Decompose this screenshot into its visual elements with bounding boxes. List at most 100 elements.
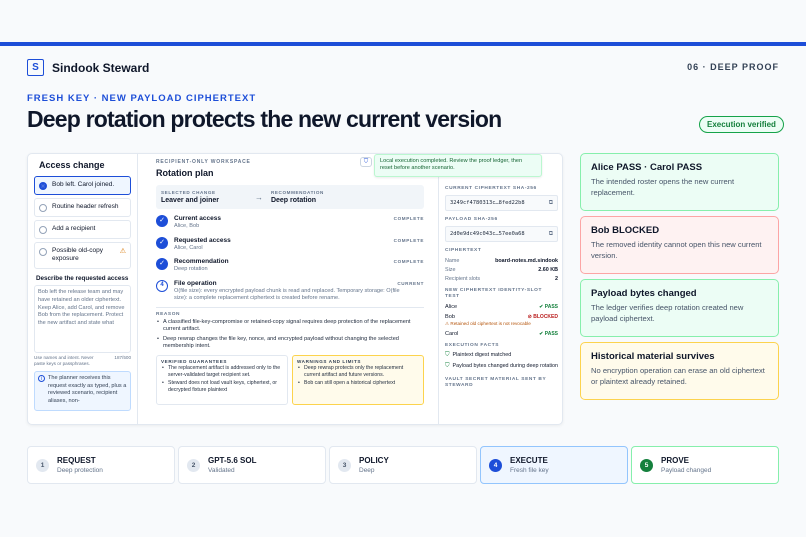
selected-change-value: Leaver and joiner (161, 197, 219, 204)
pipeline-step[interactable]: 1 REQUEST Deep protection (27, 446, 175, 484)
pipeline-desc: Payload changed (661, 467, 712, 474)
slot-row-bob: Bob ⊘ BLOCKED (445, 314, 558, 320)
pipeline-step[interactable]: 3 POLICY Deep (329, 446, 477, 484)
proof-ledger-panel: CURRENT CIPHERTEXT SHA-256 3249cf4780313… (438, 154, 562, 424)
kv-row: Name board-notes.md.sindook (445, 258, 558, 264)
plan-step: 4 File operation O(file size): every encry… (156, 279, 424, 303)
shield-check-icon: ⛉ (445, 363, 450, 370)
pipeline-title: PROVE (661, 456, 690, 465)
warning-item: Bob can still open a historical cipherte… (297, 380, 419, 387)
plan-step: ✓ Recommendation Deep rotation COMPLETE (156, 258, 424, 274)
pipeline-step[interactable]: 5 PROVE Payload changed (631, 446, 779, 484)
pipeline-title: POLICY (359, 456, 389, 465)
describe-label: Describe the requested access (36, 274, 129, 282)
current-hash: 3249cf4780313c…8fed22b8 ⧉ (445, 195, 558, 212)
kv-key: Name (445, 257, 460, 264)
guarantee-item: The replacement artifact is addressed on… (161, 365, 283, 379)
step-number: 5 (640, 458, 653, 472)
check-icon: ✓ (156, 258, 168, 271)
rotation-plan-panel: RECIPIENT-ONLY WORKSPACE Rotation plan ⛉… (146, 154, 542, 424)
access-panel: Access change Bob left. Carol joined. Rou… (28, 154, 138, 424)
step-status: COMPLETE (393, 259, 424, 265)
copy-icon[interactable]: ⧉ (549, 199, 553, 207)
kv-key: Recipient slots (445, 275, 481, 282)
guarantees-label: VERIFIED GUARANTEES (161, 358, 228, 364)
payload-hash-value: 2d0e9dc49c043c…57ee0a68 (450, 231, 525, 238)
check-icon: ✓ (156, 215, 168, 227)
verified-badge: Execution verified (699, 116, 784, 133)
pipeline-step[interactable]: 2 GPT-5.6 SOL Validated (178, 446, 326, 484)
warning-item: Deep rewrap protects only the replacemen… (297, 365, 419, 379)
pipeline-title: EXECUTE (510, 456, 548, 465)
reason-item: Deep rewrap changes the file key, nonce,… (156, 336, 424, 351)
execution-facts-label: EXECUTION FACTS (445, 343, 500, 349)
shield-icon[interactable]: ⛉ (360, 157, 372, 167)
outcome-card: Bob BLOCKED The removed identity cannot o… (580, 216, 779, 274)
radio-icon[interactable] (39, 182, 47, 190)
option-label: Routine header refresh (52, 203, 119, 210)
option-label: Bob left. Carol joined. (52, 181, 115, 188)
recommendation-value: Deep rotation (270, 197, 317, 204)
warning-icon: ⚠ (119, 248, 126, 255)
payload-hash-label: PAYLOAD SHA-256 (445, 217, 498, 223)
hint-text: Use names and intent. Never paste keys o… (34, 355, 94, 367)
radio-icon[interactable] (39, 204, 47, 212)
slot-name: Carol (445, 331, 459, 338)
outcome-desc: The ledger verifies deep rotation create… (591, 303, 744, 323)
check-icon: ✓ (156, 236, 168, 249)
access-option[interactable]: Bob left. Carol joined. (34, 176, 131, 195)
warnings-label: WARNINGS AND LIMITS (297, 358, 362, 364)
ciphertext-label: CIPHERTEXT (445, 248, 482, 254)
brand-name: Sindook Steward (52, 60, 150, 75)
pass-badge: ✔ PASS (539, 304, 558, 311)
slot-name: Alice (445, 304, 458, 311)
selected-change-label: SELECTED CHANGE (161, 190, 216, 195)
planner-info: i The planner receives this request exac… (34, 371, 131, 412)
kv-key: Size (445, 266, 456, 273)
execution-fact: ⛉ Plaintext digest matched (445, 352, 512, 359)
step-subtitle: Deep rotation (174, 266, 208, 273)
app-window: Access change Bob left. Carol joined. Rou… (27, 153, 563, 425)
radio-icon[interactable] (39, 226, 47, 234)
pipeline-desc: Deep (359, 467, 375, 474)
access-option[interactable]: Routine header refresh (34, 198, 131, 217)
accent-bar (0, 42, 806, 46)
access-option[interactable]: Add a recipient (34, 220, 131, 239)
step-number: 1 (36, 458, 49, 472)
access-title: Access change (39, 160, 105, 170)
warnings-card: WARNINGS AND LIMITS Deep rewrap protects… (292, 354, 424, 405)
step-number: 4 (489, 458, 502, 472)
outcome-title: Alice PASS · Carol PASS (591, 162, 703, 173)
step-number: 4 (156, 279, 168, 292)
pipeline: 1 REQUEST Deep protection 2 GPT-5.6 SOL Valid… (27, 446, 779, 484)
outcome-card: Payload bytes changed The ledger verifies… (580, 279, 779, 337)
outcome-title: Payload bytes changed (591, 288, 697, 299)
outcome-cards: Alice PASS · Carol PASS The intended rost… (580, 153, 779, 405)
outcome-title: Historical material survives (591, 351, 715, 362)
pipeline-title: REQUEST (57, 456, 96, 465)
radio-icon[interactable] (39, 248, 47, 256)
vault-label: VAULT SECRET MATERIAL SENT BY STEWARD (445, 377, 547, 389)
plan-step: ✓ Current access Alice, Bob COMPLETE (156, 215, 424, 231)
step-status: COMPLETE (393, 216, 424, 221)
current-hash-value: 3249cf4780313c…8fed22b8 (450, 200, 525, 207)
slot-row-alice: Alice ✔ PASS (445, 304, 558, 310)
toast-message: Local execution completed. Review the pr… (374, 154, 542, 177)
step-title: Recommendation (174, 258, 229, 266)
brand-logo-icon: S (27, 59, 44, 76)
step-number: 2 (187, 458, 200, 472)
plan-step: ✓ Requested access Alice, Carol COMPLETE (156, 236, 424, 253)
copy-icon[interactable]: ⧉ (549, 230, 553, 238)
kv-value: board-notes.md.sindook (495, 257, 558, 264)
char-count: 187/500 (114, 355, 131, 361)
guarantees-card: VERIFIED GUARANTEES The replacement arti… (156, 354, 288, 405)
slide-number: 06 · DEEP PROOF (687, 62, 779, 72)
pipeline-step[interactable]: 4 EXECUTE Fresh file key (480, 446, 628, 484)
access-option[interactable]: Possible old-copy exposure ⚠ (34, 242, 131, 269)
option-label: Possible old-copy exposure (52, 247, 103, 263)
payload-hash: 2d0e9dc49c043c…57ee0a68 ⧉ (445, 226, 558, 243)
pipeline-desc: Fresh file key (510, 467, 549, 474)
outcome-card: Historical material survives No encryptio… (580, 342, 779, 400)
describe-textarea[interactable]: Bob left the release team and may have r… (34, 285, 131, 354)
kv-row: Size 2.60 KB (445, 267, 558, 273)
